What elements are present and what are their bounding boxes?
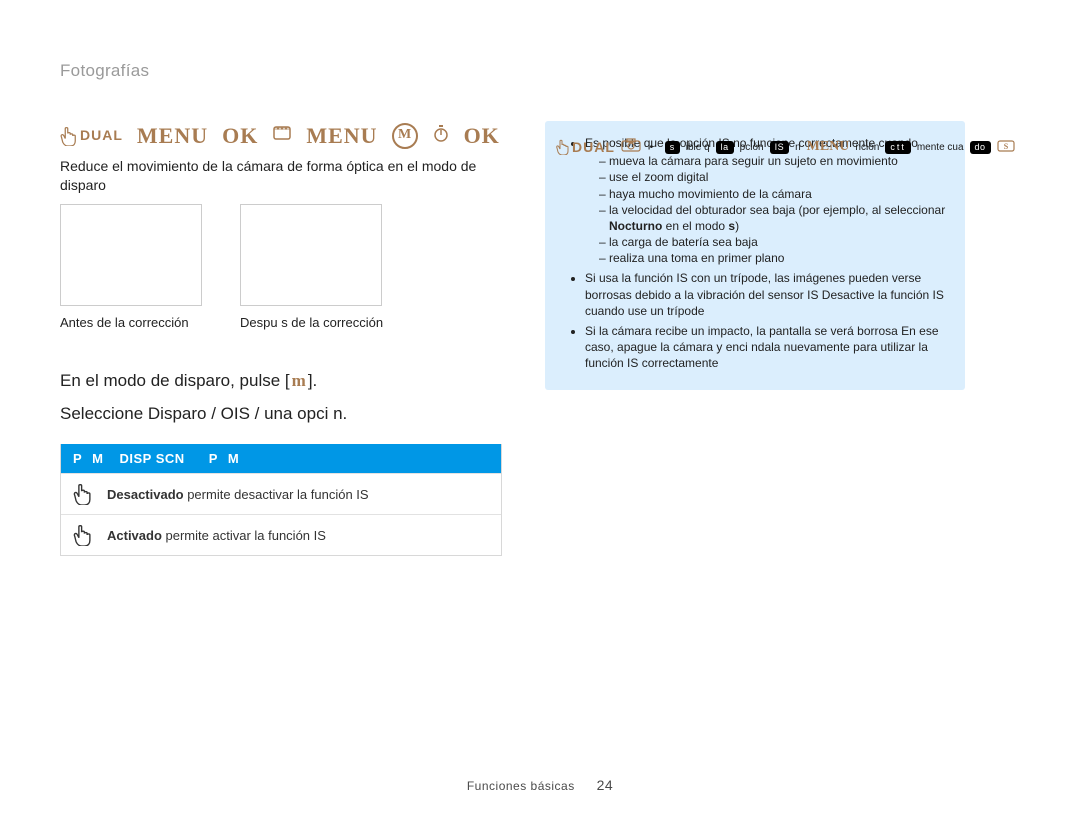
movie-icon: [272, 123, 292, 148]
breadcrumb: Fotografías: [60, 60, 1020, 83]
camera-icon: [621, 138, 641, 157]
ois-on-icon: OIS: [73, 525, 93, 545]
menu-label: MENU: [137, 121, 208, 151]
steps: En el modo de disparo, pulse [m]. Selecc…: [60, 370, 515, 426]
option-row-off: OFF Desactivado permite desactivar la fu…: [61, 473, 501, 514]
svg-text:S: S: [1003, 142, 1008, 151]
menu-label-inline: MENU: [807, 138, 850, 157]
after-image: [240, 204, 382, 306]
note-sub-2: use el zoom digital: [599, 169, 949, 185]
note-sub-4: la velocidad del obturador sea baja (por…: [599, 202, 949, 234]
note-bullet-3: Si la cámara recibe un impacto, la panta…: [585, 323, 949, 372]
note-overlay-strip: DUAL • s ible q la pción IS n MENU ncion…: [556, 138, 1015, 157]
ok-label: OK: [222, 121, 258, 151]
note-sub-3: haya mucho movimiento de la cámara: [599, 186, 949, 202]
page-number: 24: [597, 776, 614, 795]
options-header: P M DISP SCN P M: [61, 444, 501, 474]
mode-title-row: DUAL MENU OK MENU M OK: [60, 121, 515, 151]
note-sub-5: la carga de batería sea baja: [599, 234, 949, 250]
option-row-on: OIS Activado permite activar la función …: [61, 514, 501, 555]
dual-label: DUAL: [60, 126, 123, 146]
menu-key-icon: m: [292, 370, 306, 393]
options-table: P M DISP SCN P M OFF Desactivado permite…: [60, 444, 502, 557]
ois-off-icon: OFF: [73, 484, 93, 504]
comparison-images: Antes de la corrección Despu s de la cor…: [60, 204, 515, 332]
mode-s-icon: S: [997, 138, 1015, 157]
step-2: Seleccione Disparo / OIS / una opci n.: [60, 403, 515, 426]
note-sub-6: realiza una toma en primer plano: [599, 250, 949, 266]
left-column: DUAL MENU OK MENU M OK Reduce el movimie…: [60, 121, 515, 556]
footer-section: Funciones básicas: [467, 779, 575, 793]
timer-icon: [432, 123, 450, 148]
dual-icon: DUAL: [556, 138, 615, 157]
before-caption: Antes de la corrección: [60, 314, 202, 332]
right-column: Es posible que la opción IS no funcione …: [545, 121, 965, 390]
note-bullet-2: Si usa la función IS con un trípode, las…: [585, 270, 949, 319]
manual-page: Fotografías DUAL • s ible q la pción IS …: [0, 0, 1080, 815]
note-box: Es posible que la opción IS no funcione …: [545, 121, 965, 390]
mode-m-icon: M: [392, 123, 418, 149]
before-image: [60, 204, 202, 306]
hand-icon: [556, 139, 570, 155]
step-1: En el modo de disparo, pulse [m].: [60, 370, 515, 393]
hand-icon: [60, 126, 78, 146]
page-footer: Funciones básicas 24: [0, 776, 1080, 795]
after-caption: Despu s de la corrección: [240, 314, 383, 332]
section-intro: Reduce el movimiento de la cámara de for…: [60, 157, 490, 195]
